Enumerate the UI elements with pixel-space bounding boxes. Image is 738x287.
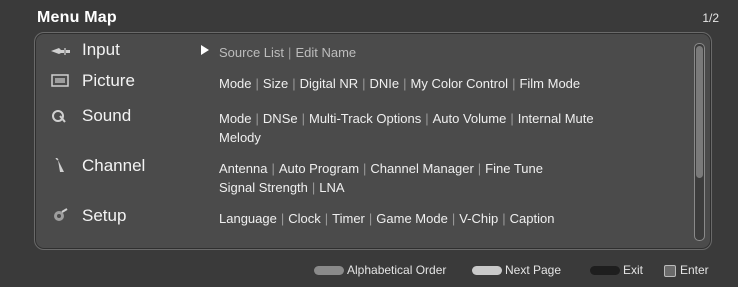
- picture-icon: [51, 74, 69, 87]
- scrollbar-thumb[interactable]: [696, 46, 703, 178]
- submenu-item[interactable]: Mode: [219, 76, 252, 91]
- submenu-item[interactable]: Mode: [219, 111, 252, 126]
- footer-guide: Alphabetical Order Next Page Exit Enter: [0, 254, 738, 287]
- submenu-item[interactable]: My Color Control: [411, 76, 509, 91]
- submenu-item[interactable]: LNA: [319, 180, 344, 195]
- submenu-item[interactable]: DNSe: [263, 111, 298, 126]
- legend-label: Alphabetical Order: [347, 263, 447, 277]
- submenu-item[interactable]: Melody: [219, 130, 261, 145]
- submenu-item[interactable]: Signal Strength: [219, 180, 308, 195]
- sound-icon: [52, 110, 66, 123]
- submenu-item[interactable]: Antenna: [219, 161, 267, 176]
- page-indicator: 1/2: [702, 11, 719, 25]
- title-bar: Menu Map 1/2: [0, 0, 738, 32]
- submenu-channel: Antenna | Auto Program | Channel Manager | Fin…: [219, 161, 543, 195]
- submenu-item[interactable]: Auto Program: [279, 161, 359, 176]
- menu-label-channel: Channel: [82, 156, 146, 175]
- submenu-item[interactable]: Game Mode: [376, 211, 448, 226]
- setup-icon: [54, 208, 68, 221]
- menu-label-setup: Setup: [82, 206, 127, 225]
- input-icon: [51, 48, 70, 55]
- submenu-sound: Mode | DNSe | Multi-Track Options | Auto Volum…: [219, 111, 594, 145]
- submenu-input: Source List | Edit Name: [219, 45, 357, 60]
- submenu-item[interactable]: Clock: [288, 211, 321, 226]
- submenu-item[interactable]: DNIe: [370, 76, 400, 91]
- submenu-item[interactable]: Multi-Track Options: [309, 111, 421, 126]
- legend-label: Next Page: [505, 263, 562, 277]
- submenu-item[interactable]: Internal Mute: [518, 111, 594, 126]
- legend-next-page[interactable]: Next Page: [472, 263, 561, 277]
- submenu-item[interactable]: Language: [219, 211, 277, 226]
- menu-panel: Input Source List | Edit Name Picture Mode…: [34, 32, 712, 250]
- submenu-item[interactable]: Channel Manager: [370, 161, 473, 176]
- submenu-item[interactable]: Digital NR: [300, 76, 359, 91]
- submenu-item[interactable]: Film Mode: [519, 76, 580, 91]
- submenu-item[interactable]: Size: [263, 76, 288, 91]
- channel-icon: [55, 158, 64, 172]
- enter-key-icon: [664, 264, 676, 277]
- red-key-icon: [314, 266, 344, 276]
- yellow-key-icon: [472, 266, 502, 276]
- legend-exit[interactable]: Exit: [590, 263, 643, 277]
- menu-label-input: Input: [82, 40, 120, 59]
- submenu-item[interactable]: Source List: [219, 45, 284, 60]
- menu-label-picture: Picture: [82, 71, 135, 90]
- submenu-item[interactable]: V-Chip: [459, 211, 498, 226]
- legend-label: Exit: [623, 263, 644, 277]
- submenu-picture: Mode | Size | Digital NR | DNIe | My Color Contr…: [219, 76, 581, 91]
- submenu-item[interactable]: Edit Name: [295, 45, 356, 60]
- page-title: Menu Map: [37, 9, 117, 26]
- menu-label-sound: Sound: [82, 106, 132, 125]
- submenu-setup: Language | Clock | Timer | Game Mode | V-Chip | Ca…: [219, 211, 555, 226]
- legend-alphabetical-order[interactable]: Alphabetical Order: [314, 263, 446, 277]
- submenu-item[interactable]: Timer: [332, 211, 365, 226]
- exit-key-icon: [590, 266, 620, 276]
- legend-label: Enter: [680, 263, 709, 277]
- menu-map-screen: Menu Map 1/2 Input Source List | Edit Name…: [0, 0, 738, 287]
- legend-enter[interactable]: Enter: [664, 263, 709, 277]
- scrollbar[interactable]: [694, 43, 705, 241]
- submenu-item[interactable]: Fine Tune: [485, 161, 543, 176]
- selected-arrow-icon: [201, 45, 209, 55]
- submenu-item[interactable]: Auto Volume: [433, 111, 507, 126]
- submenu-item[interactable]: Caption: [510, 211, 555, 226]
